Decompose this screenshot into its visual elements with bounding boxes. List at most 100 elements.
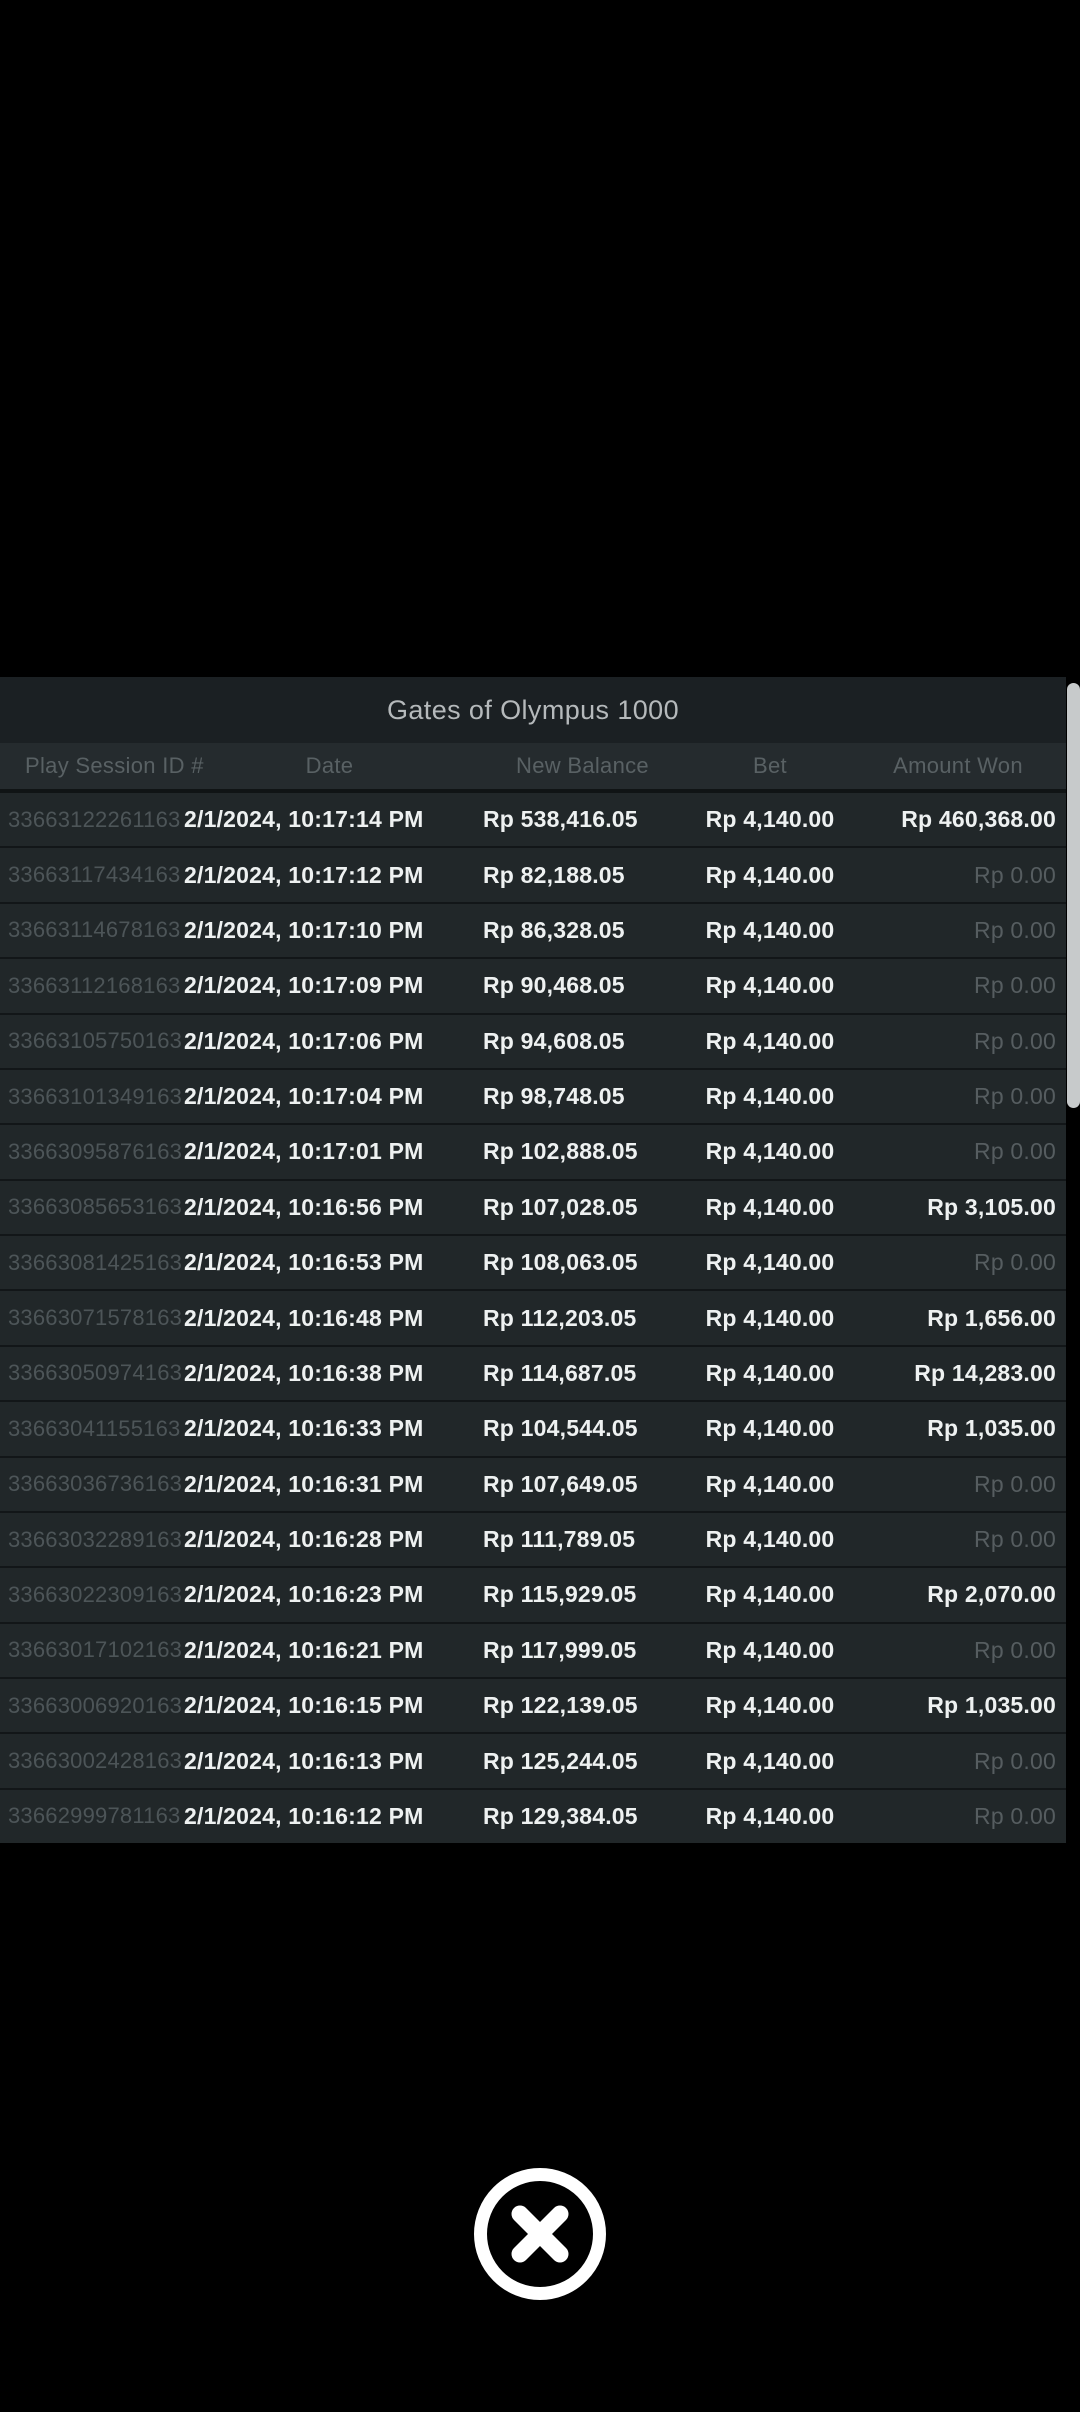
cell-date: 2/1/2024, 10:16:38 PM xyxy=(184,1359,424,1386)
table-row: 33663006920163 2/1/2024, 10:16:15 PM Rp 12… xyxy=(0,1679,1066,1735)
cell-id: 33663112168163 xyxy=(8,972,181,998)
column-header: New Balance xyxy=(516,753,649,778)
close-x-icon xyxy=(511,2205,569,2263)
cell-balance: Rp 104,544.05 xyxy=(483,1415,638,1442)
cell-bet: Rp 4,140.00 xyxy=(705,1470,835,1497)
table-row: 33663122261163 2/1/2024, 10:17:14 PM Rp 53… xyxy=(0,793,1066,849)
cell-date: 2/1/2024, 10:17:12 PM xyxy=(184,861,424,888)
table-row: 33663022309163 2/1/2024, 10:16:23 PM Rp 11… xyxy=(0,1568,1066,1624)
table-header-row: Play Session ID # Date New Balance Bet Amoun… xyxy=(0,743,1066,793)
cell-won: Rp 0.00 xyxy=(974,1526,1056,1553)
table-row: 33663081425163 2/1/2024, 10:16:53 PM Rp 10… xyxy=(0,1236,1066,1292)
table-row: 33663114678163 2/1/2024, 10:17:10 PM Rp 86… xyxy=(0,903,1066,960)
close-button[interactable] xyxy=(474,2168,606,2300)
cell-balance: Rp 107,028.05 xyxy=(483,1193,638,1220)
cell-bet: Rp 4,140.00 xyxy=(705,1802,835,1829)
cell-balance: Rp 98,748.05 xyxy=(483,1083,625,1110)
cell-id: 33663122261163 xyxy=(8,806,181,832)
scrollbar-thumb[interactable] xyxy=(1067,683,1080,1108)
table-row: 33663032289163 2/1/2024, 10:16:28 PM Rp 11… xyxy=(0,1512,1066,1569)
cell-balance: Rp 125,244.05 xyxy=(483,1747,638,1774)
cell-bet: Rp 4,140.00 xyxy=(705,1526,835,1553)
table-row: 33663117434163 2/1/2024, 10:17:12 PM Rp 82… xyxy=(0,848,1066,904)
cell-won: Rp 0.00 xyxy=(974,972,1056,999)
cell-won: Rp 460,368.00 xyxy=(901,806,1056,833)
modal-title: Gates of Olympus 1000 xyxy=(386,694,680,725)
cell-bet: Rp 4,140.00 xyxy=(705,1083,835,1110)
cell-bet: Rp 4,140.00 xyxy=(705,1304,835,1331)
cell-date: 2/1/2024, 10:16:15 PM xyxy=(184,1692,424,1719)
cell-won: Rp 0.00 xyxy=(974,916,1056,943)
cell-won: Rp 0.00 xyxy=(974,1083,1056,1110)
cell-balance: Rp 112,203.05 xyxy=(483,1304,637,1331)
table-row: 33663050974163 2/1/2024, 10:16:38 PM Rp 11… xyxy=(0,1346,1066,1403)
cell-date: 2/1/2024, 10:17:09 PM xyxy=(184,972,424,999)
cell-id: 33663050974163 xyxy=(8,1360,183,1386)
cell-id: 33663032289163 xyxy=(8,1526,183,1552)
cell-date: 2/1/2024, 10:17:04 PM xyxy=(184,1083,424,1110)
table-row: 33663112168163 2/1/2024, 10:17:09 PM Rp 90… xyxy=(0,959,1066,1015)
cell-bet: Rp 4,140.00 xyxy=(705,861,835,888)
cell-id: 33663101349163 xyxy=(8,1083,183,1109)
cell-bet: Rp 4,140.00 xyxy=(705,1359,835,1386)
cell-date: 2/1/2024, 10:16:56 PM xyxy=(184,1193,424,1220)
table-row: 33662999781163 2/1/2024, 10:16:12 PM Rp 12… xyxy=(0,1789,1066,1844)
cell-balance: Rp 94,608.05 xyxy=(483,1027,625,1054)
cell-id: 33663085653163 xyxy=(8,1194,183,1220)
cell-bet: Rp 4,140.00 xyxy=(705,972,835,999)
cell-won: Rp 0.00 xyxy=(974,861,1056,888)
column-header: Amount Won xyxy=(893,753,1023,778)
cell-id: 33663071578163 xyxy=(8,1305,183,1331)
cell-balance: Rp 122,139.05 xyxy=(483,1692,638,1719)
cell-bet: Rp 4,140.00 xyxy=(705,916,835,943)
cell-date: 2/1/2024, 10:16:23 PM xyxy=(184,1581,424,1608)
cell-date: 2/1/2024, 10:16:31 PM xyxy=(184,1470,424,1497)
cell-won: Rp 1,035.00 xyxy=(927,1692,1056,1719)
cell-date: 2/1/2024, 10:16:28 PM xyxy=(184,1526,424,1553)
cell-id: 33663006920163 xyxy=(8,1692,183,1718)
cell-won: Rp 0.00 xyxy=(974,1138,1056,1165)
cell-balance: Rp 114,687.05 xyxy=(483,1359,637,1386)
session-history-panel: Gates of Olympus 1000 Play Session ID # D… xyxy=(0,677,1066,1844)
cell-id: 33663105750163 xyxy=(8,1028,183,1054)
cell-balance: Rp 82,188.05 xyxy=(483,861,625,888)
cell-won: Rp 0.00 xyxy=(974,1747,1056,1774)
cell-won: Rp 1,035.00 xyxy=(927,1415,1056,1442)
session-history-modal: Gates of Olympus 1000 Play Session ID # D… xyxy=(0,677,1080,1844)
cell-date: 2/1/2024, 10:17:14 PM xyxy=(184,806,424,833)
cell-won: Rp 14,283.00 xyxy=(914,1359,1056,1386)
cell-date: 2/1/2024, 10:16:48 PM xyxy=(184,1304,424,1331)
cell-balance: Rp 117,999.05 xyxy=(483,1636,637,1663)
table-row: 33663002428163 2/1/2024, 10:16:13 PM Rp 12… xyxy=(0,1734,1066,1790)
column-header: Date xyxy=(305,753,354,778)
cell-id: 33663017102163 xyxy=(8,1637,183,1663)
cell-bet: Rp 4,140.00 xyxy=(705,1138,835,1165)
cell-balance: Rp 102,888.05 xyxy=(483,1138,638,1165)
cell-won: Rp 3,105.00 xyxy=(927,1193,1056,1220)
cell-date: 2/1/2024, 10:16:21 PM xyxy=(184,1636,424,1663)
cell-won: Rp 1,656.00 xyxy=(927,1304,1056,1331)
cell-id: 33663002428163 xyxy=(8,1748,183,1774)
cell-id: 33663022309163 xyxy=(8,1581,183,1607)
cell-balance: Rp 538,416.05 xyxy=(483,806,638,833)
cell-date: 2/1/2024, 10:17:01 PM xyxy=(184,1138,424,1165)
cell-id: 33662999781163 xyxy=(8,1803,181,1829)
modal-title-bar: Gates of Olympus 1000 xyxy=(0,677,1066,743)
cell-bet: Rp 4,140.00 xyxy=(705,1692,835,1719)
cell-date: 2/1/2024, 10:17:06 PM xyxy=(184,1027,424,1054)
cell-balance: Rp 115,929.05 xyxy=(483,1581,637,1608)
cell-bet: Rp 4,140.00 xyxy=(705,1249,835,1276)
cell-won: Rp 0.00 xyxy=(974,1470,1056,1497)
table-row: 33663105750163 2/1/2024, 10:17:06 PM Rp 94… xyxy=(0,1014,1066,1070)
table-row: 33663095876163 2/1/2024, 10:17:01 PM Rp 10… xyxy=(0,1125,1066,1181)
cell-date: 2/1/2024, 10:17:10 PM xyxy=(184,916,424,943)
column-header: Bet xyxy=(753,753,787,778)
table-row: 33663036736163 2/1/2024, 10:16:31 PM Rp 10… xyxy=(0,1457,1066,1513)
cell-bet: Rp 4,140.00 xyxy=(705,1027,835,1054)
cell-balance: Rp 107,649.05 xyxy=(483,1470,638,1497)
cell-date: 2/1/2024, 10:16:12 PM xyxy=(184,1802,424,1829)
cell-won: Rp 2,070.00 xyxy=(927,1581,1056,1608)
table-row: 33663017102163 2/1/2024, 10:16:21 PM Rp 11… xyxy=(0,1623,1066,1679)
cell-balance: Rp 90,468.05 xyxy=(483,972,625,999)
cell-bet: Rp 4,140.00 xyxy=(705,1636,835,1663)
